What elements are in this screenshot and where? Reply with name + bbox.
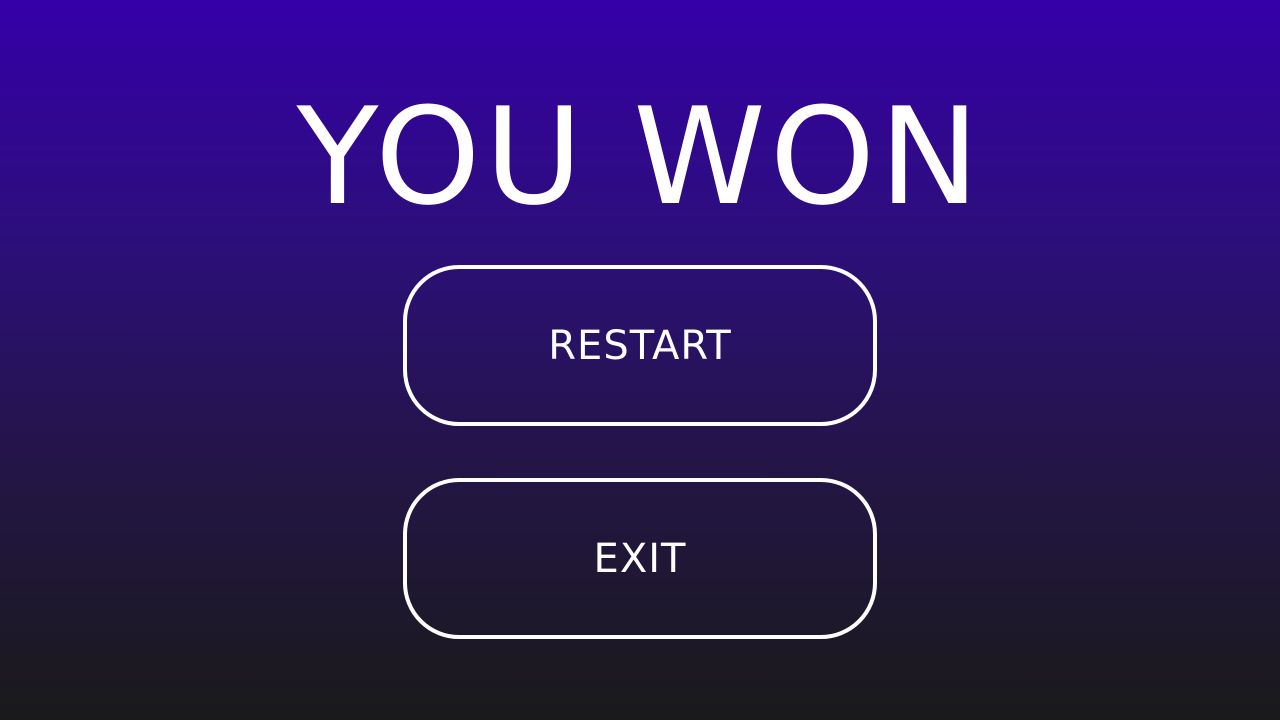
win-screen: YOU WON RESTART EXIT (0, 0, 1280, 720)
win-title: YOU WON (296, 79, 984, 235)
exit-button[interactable]: EXIT (403, 478, 877, 639)
exit-button-label: EXIT (593, 535, 687, 582)
restart-button[interactable]: RESTART (403, 265, 877, 426)
restart-button-label: RESTART (548, 322, 732, 369)
